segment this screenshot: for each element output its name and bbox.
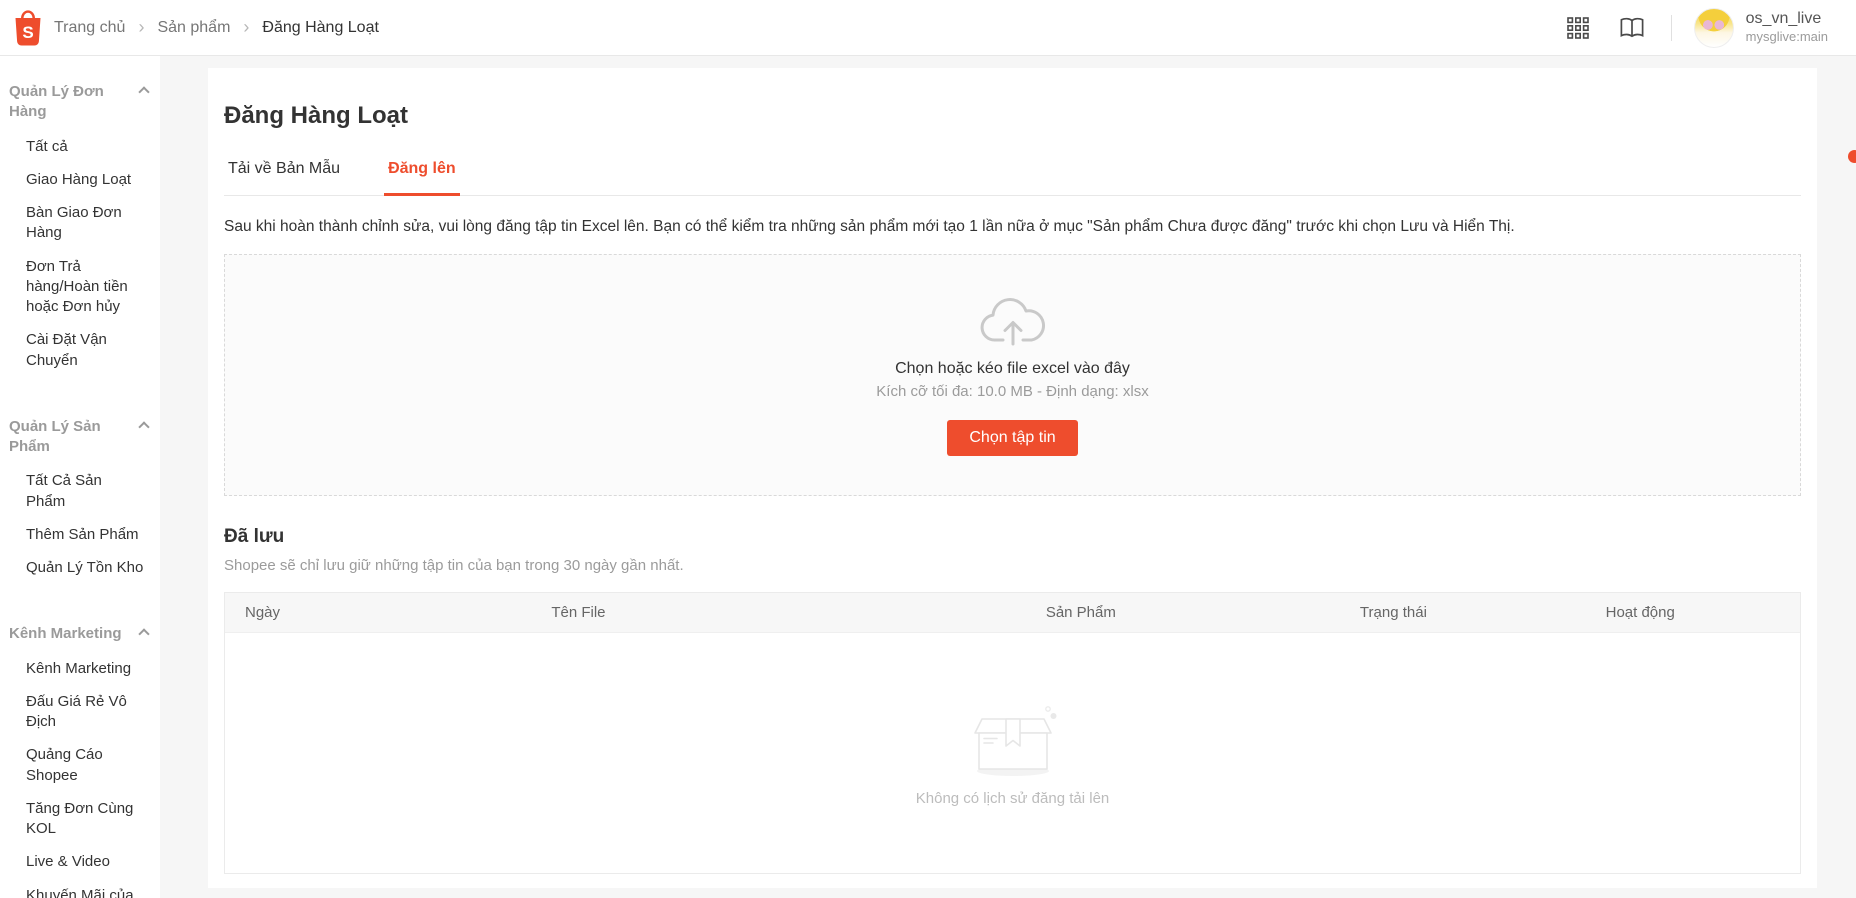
chevron-up-icon — [138, 628, 150, 640]
sidebar-item[interactable]: Khuyến Mãi của Shop — [26, 886, 144, 898]
top-header: S Trang chủ › Sản phẩm › Đăng Hàng Loạt os_v… — [0, 0, 1856, 56]
sidebar-section-title: Quản Lý Sản Phẩm — [9, 417, 101, 455]
sidebar-item[interactable]: Tất cả — [26, 137, 144, 157]
tab-bar: Tải về Bản Mẫu Đăng lên — [224, 160, 1801, 196]
sidebar-item[interactable]: Bàn Giao Đơn Hàng — [26, 203, 144, 244]
sidebar-item[interactable]: Tăng Đơn Cùng KOL — [26, 799, 144, 840]
dropzone-hint: Kích cỡ tối đa: 10.0 MB - Định dạng: xls… — [876, 383, 1149, 400]
sidebar-section: Quản Lý Sản Phẩm Tất Cả Sản Phẩm Thêm Sản … — [9, 417, 150, 579]
file-dropzone[interactable]: Chọn hoặc kéo file excel vào đây Kích cỡ… — [224, 254, 1801, 496]
tab[interactable]: Tải về Bản Mẫu — [224, 160, 344, 196]
table-column-header: Ngày — [245, 604, 281, 621]
sidebar-section-header[interactable]: Quản Lý Đơn Hàng — [9, 82, 150, 123]
breadcrumb-item[interactable]: Sản phẩm — [157, 19, 230, 37]
table-column-header: Sản Phẩm — [1045, 604, 1116, 621]
tab[interactable]: Đăng lên — [384, 160, 460, 196]
bulk-upload-card: Đăng Hàng Loạt Tải về Bản Mẫu Đăng lên Sa… — [208, 68, 1817, 888]
avatar[interactable] — [1693, 7, 1734, 48]
breadcrumb-item: Đăng Hàng Loạt — [262, 18, 379, 36]
sidebar-item[interactable]: Quản Lý Tồn Kho — [26, 558, 144, 578]
sidebar-item[interactable]: Live & Video — [26, 852, 144, 872]
table-column-header: Tên File — [551, 604, 606, 621]
dropzone-prompt: Chọn hoặc kéo file excel vào đây — [895, 360, 1130, 377]
chevron-up-icon — [138, 421, 150, 433]
sidebar-item[interactable]: Kênh Marketing — [26, 659, 144, 679]
table-header-row: Ngày Tên File Sản Phẩm Trạng thái Hoạt động — [225, 593, 1800, 633]
sidebar-item[interactable]: Đơn Trả hàng/Hoàn tiền hoặc Đơn hủy — [26, 257, 144, 318]
apps-grid-icon[interactable] — [1565, 15, 1591, 41]
upload-instructions: Sau khi hoàn thành chỉnh sửa, vui lòng đ… — [224, 218, 1515, 235]
guide-book-icon[interactable] — [1619, 15, 1645, 41]
chevron-up-icon — [138, 86, 150, 98]
sidebar-item[interactable]: Quảng Cáo Shopee — [26, 745, 144, 786]
breadcrumb-separator-icon: › — [243, 17, 250, 37]
header-divider — [1670, 14, 1672, 41]
empty-history-text: Không có lịch sử đăng tải lên — [915, 789, 1110, 807]
cloud-upload-icon — [980, 298, 1045, 346]
sidebar-section-header[interactable]: Quản Lý Sản Phẩm — [9, 417, 150, 458]
sidebar-section: Kênh Marketing Kênh Marketing Đấu Giá Rẻ V… — [9, 624, 150, 898]
sidebar-section-title: Kênh Marketing — [9, 625, 122, 643]
table-column-header: Hoạt động — [1605, 604, 1675, 621]
sidebar-nav: Quản Lý Đơn Hàng Tất cả Giao Hàng Loạt Bàn … — [0, 56, 160, 898]
user-block[interactable]: os_vn_live mysglive:main — [1746, 9, 1828, 45]
sidebar-item[interactable]: Giao Hàng Loạt — [26, 170, 144, 190]
saved-files-table: Ngày Tên File Sản Phẩm Trạng thái Hoạt động — [224, 592, 1801, 874]
shopee-logo-icon[interactable]: S — [8, 9, 48, 47]
sidebar-section-title: Quản Lý Đơn Hàng — [9, 83, 104, 121]
user-name: os_vn_live — [1745, 10, 1822, 28]
saved-section-subtitle: Shopee sẽ chỉ lưu giữ những tập tin của … — [224, 557, 684, 574]
edge-notification-dot[interactable] — [1848, 150, 1856, 163]
table-empty-state: Không có lịch sử đăng tải lên — [225, 633, 1800, 873]
svg-text:S: S — [22, 23, 33, 42]
user-shop-id: mysglive:main — [1745, 29, 1828, 45]
main-area: Đăng Hàng Loạt Tải về Bản Mẫu Đăng lên Sa… — [160, 56, 1856, 898]
empty-box-icon — [973, 705, 1056, 776]
sidebar-item[interactable]: Thêm Sản Phẩm — [26, 525, 144, 545]
breadcrumb: Trang chủ › Sản phẩm › Đăng Hàng Loạt — [54, 17, 379, 38]
sidebar-item[interactable]: Tất Cả Sản Phẩm — [26, 471, 144, 512]
breadcrumb-separator-icon: › — [138, 17, 145, 37]
table-column-header: Trạng thái — [1359, 604, 1427, 621]
sidebar-section: Quản Lý Đơn Hàng Tất cả Giao Hàng Loạt Bàn … — [9, 82, 150, 371]
sidebar-item[interactable]: Đấu Giá Rẻ Vô Địch — [26, 692, 144, 733]
choose-file-button[interactable]: Chọn tập tin — [947, 420, 1078, 456]
breadcrumb-item[interactable]: Trang chủ — [54, 19, 125, 37]
page-title: Đăng Hàng Loạt — [224, 102, 408, 129]
sidebar-section-header[interactable]: Kênh Marketing — [9, 624, 150, 644]
saved-section-title: Đã lưu — [224, 526, 285, 547]
sidebar-item[interactable]: Cài Đặt Vận Chuyển — [26, 330, 144, 371]
